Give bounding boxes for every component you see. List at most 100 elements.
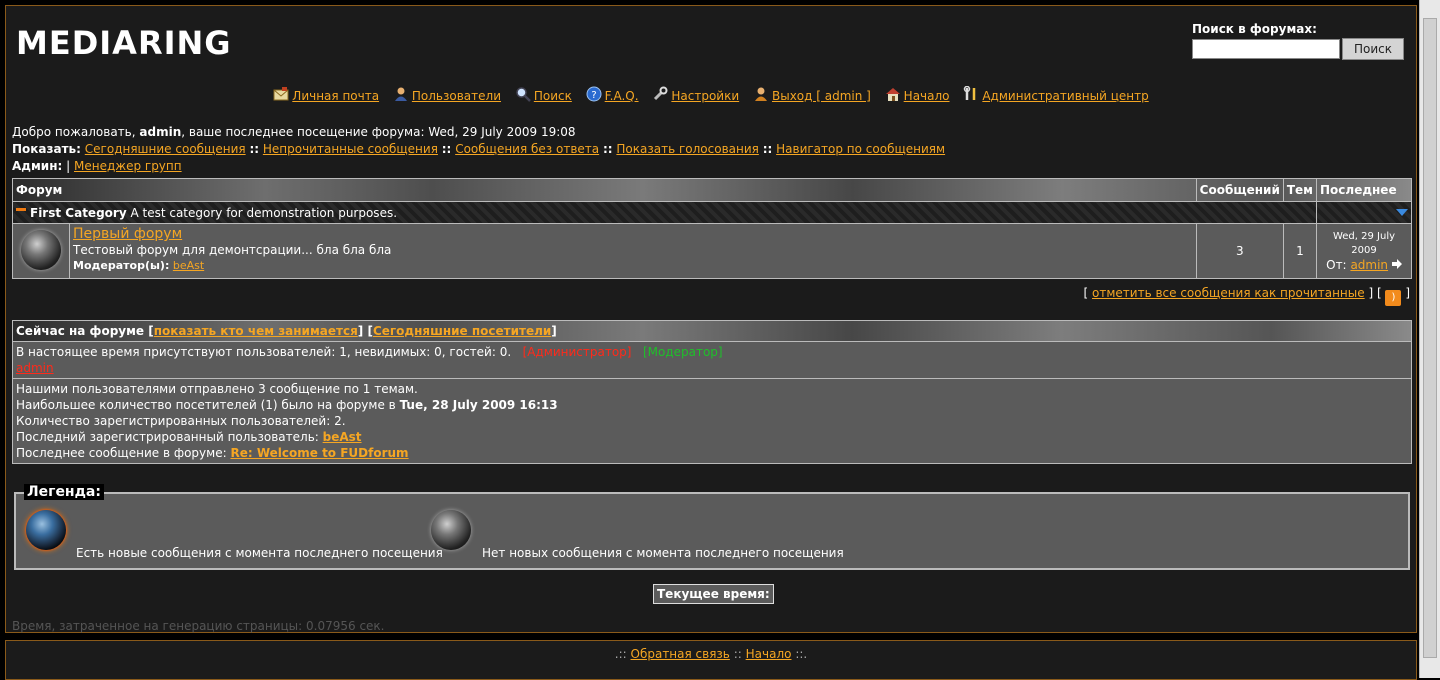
collapse-icon[interactable] — [16, 207, 26, 211]
wrench-icon — [654, 86, 668, 101]
stats-last-user-label: Последний зарегистрированный пользовател… — [16, 430, 319, 444]
nav-item-admin-center[interactable]: Административный центр — [963, 86, 1149, 103]
link-unread-posts[interactable]: Непрочитанные сообщения — [263, 142, 438, 156]
moderator-link[interactable]: beAst — [173, 259, 204, 272]
generation-time: Время, затраченное на генерацию страницы… — [12, 619, 385, 633]
online-header: Сейчас на форуме [показать кто чем заним… — [13, 321, 1411, 342]
mark-all-read-link[interactable]: отметить все сообщения как прочитанные — [1092, 286, 1365, 300]
separator: :: — [441, 142, 452, 156]
separator: .:: — [614, 647, 627, 661]
online-title: Сейчас на форуме — [16, 324, 145, 338]
last-post-link[interactable]: Re: Welcome to FUDforum — [230, 446, 408, 460]
nav-label[interactable]: Пользователи — [412, 89, 501, 103]
stats-posts: Нашими пользователями отправлено 3 сообщ… — [16, 382, 418, 396]
col-last-post: Последнее — [1316, 178, 1412, 202]
nav-label[interactable]: F.A.Q. — [605, 89, 639, 103]
new-posts-icon — [26, 510, 66, 550]
feedback-link[interactable]: Обратная связь — [631, 647, 730, 661]
nav-label[interactable]: Выход [ admin ] — [772, 89, 871, 103]
stats-registered-count: Количество зарегистрированных пользовате… — [16, 414, 346, 428]
forum-info-cell: Первый форум Тестовый форум для демонтср… — [69, 223, 1197, 279]
nav-item-search[interactable]: Поиск — [515, 87, 572, 103]
forum-status-cell — [12, 223, 70, 279]
forum-description: Тестовый форум для демонтсрации... бла б… — [73, 243, 392, 257]
stats-last-post: Последнее сообщение в форуме: Re: Welcom… — [16, 445, 1408, 461]
search-input[interactable] — [1192, 39, 1340, 59]
no-new-posts-icon — [431, 510, 471, 550]
logout-icon — [754, 87, 767, 101]
top-navigation: Личная почта Пользователи Поиск ? F.A.Q. … — [6, 86, 1416, 103]
role-moderator-legend: [Модератор] — [642, 345, 723, 359]
online-panel: Сейчас на форуме [показать кто чем заним… — [12, 320, 1412, 464]
forum-table-header: Форум Сообщений Тем Последнее — [12, 178, 1412, 202]
forum-topics-count: 1 — [1282, 223, 1318, 279]
link-message-navigator[interactable]: Навигатор по сообщениям — [776, 142, 945, 156]
forum-name-link[interactable]: Первый форум — [73, 226, 182, 242]
vertical-scrollbar[interactable] — [1419, 0, 1440, 678]
forum-row: Первый форум Тестовый форум для демонтср… — [12, 223, 1412, 279]
show-label: Показать: — [12, 142, 81, 156]
online-user-link[interactable]: admin — [16, 361, 54, 375]
separator: | — [66, 159, 71, 173]
welcome-prefix: Добро пожаловать, — [12, 125, 136, 139]
last-post-author-link[interactable]: admin — [1350, 258, 1388, 272]
col-topics: Тем — [1282, 178, 1318, 202]
svg-text:?: ? — [591, 90, 596, 101]
nav-label[interactable]: Настройки — [671, 89, 739, 103]
separator: :: — [762, 142, 773, 156]
link-show-polls[interactable]: Показать голосования — [616, 142, 758, 156]
no-new-posts-icon — [21, 229, 61, 270]
nav-item-logout[interactable]: Выход [ admin ] — [753, 87, 871, 103]
footer: .:: Обратная связь :: Начало ::. — [5, 640, 1417, 680]
forum-posts-count: 3 — [1195, 223, 1284, 279]
separator: ::. — [795, 647, 808, 661]
presence-text: В настоящее время присутствуют пользоват… — [16, 345, 512, 359]
stats-max-prefix: Наибольшее количество посетителей (1) бы… — [16, 398, 396, 412]
stats-last-registered: Последний зарегистрированный пользовател… — [16, 429, 1408, 445]
nav-item-settings[interactable]: Настройки — [652, 86, 739, 103]
nav-item-faq[interactable]: ? F.A.Q. — [586, 86, 639, 103]
goto-last-post-icon[interactable] — [1391, 259, 1402, 269]
nav-item-private-mail[interactable]: Личная почта — [273, 87, 379, 103]
home-icon — [885, 88, 900, 101]
last-registered-user-link[interactable]: beAst — [323, 430, 362, 444]
show-activity-link[interactable]: показать кто чем занимается — [154, 324, 358, 338]
help-icon: ? — [586, 86, 602, 102]
separator: :: — [249, 142, 260, 156]
page-frame: MEDIARING Поиск в форумах: Поиск Личная … — [5, 5, 1417, 633]
last-post-date: Wed, 29 July 2009 — [1332, 231, 1396, 256]
nav-label[interactable]: Личная почта — [292, 89, 379, 103]
moderator-label: Модератор(ы): — [73, 259, 170, 272]
search-button[interactable]: Поиск — [1342, 38, 1404, 60]
category-row: First Category A test category for demon… — [12, 201, 1412, 224]
stats-max-visitors: Наибольшее количество посетителей (1) бы… — [16, 397, 1408, 413]
stats-section: Нашими пользователями отправлено 3 сообщ… — [13, 379, 1411, 463]
last-post-by-label: От: — [1326, 258, 1347, 272]
link-todays-posts[interactable]: Сегодняшние сообщения — [85, 142, 246, 156]
rss-icon[interactable]: ) — [1385, 290, 1402, 306]
forum-last-post-cell: Wed, 29 July 2009 От: admin — [1316, 223, 1412, 279]
site-logo[interactable]: MEDIARING — [16, 24, 232, 62]
category-name: First Category — [30, 205, 127, 220]
nav-label[interactable]: Начало — [904, 89, 950, 103]
nav-item-home[interactable]: Начало — [885, 88, 950, 103]
link-group-manager[interactable]: Менеджер групп — [74, 159, 182, 173]
users-icon — [394, 87, 407, 101]
todays-visitors-link[interactable]: Сегодняшние посетители — [373, 324, 551, 338]
mark-read-bar: [ отметить все сообщения как прочитанные… — [1084, 286, 1410, 306]
footer-links: .:: Обратная связь :: Начало ::. — [6, 647, 1416, 661]
separator: :: — [733, 647, 742, 661]
admin-tools-icon — [964, 86, 976, 100]
col-forum: Форум — [12, 178, 1197, 202]
home-link[interactable]: Начало — [746, 647, 792, 661]
welcome-block: Добро пожаловать, admin, ваше последнее … — [12, 124, 945, 175]
role-admin-legend: [Администратор] — [522, 345, 632, 359]
category-cell: First Category A test category for demon… — [12, 201, 1317, 224]
nav-label[interactable]: Поиск — [534, 89, 572, 103]
chevron-down-icon[interactable] — [1396, 208, 1408, 217]
link-unanswered-posts[interactable]: Сообщения без ответа — [455, 142, 599, 156]
separator: :: — [602, 142, 613, 156]
nav-label[interactable]: Административный центр — [982, 89, 1148, 103]
scrollbar-thumb[interactable] — [1423, 18, 1437, 658]
nav-item-users[interactable]: Пользователи — [393, 87, 501, 103]
